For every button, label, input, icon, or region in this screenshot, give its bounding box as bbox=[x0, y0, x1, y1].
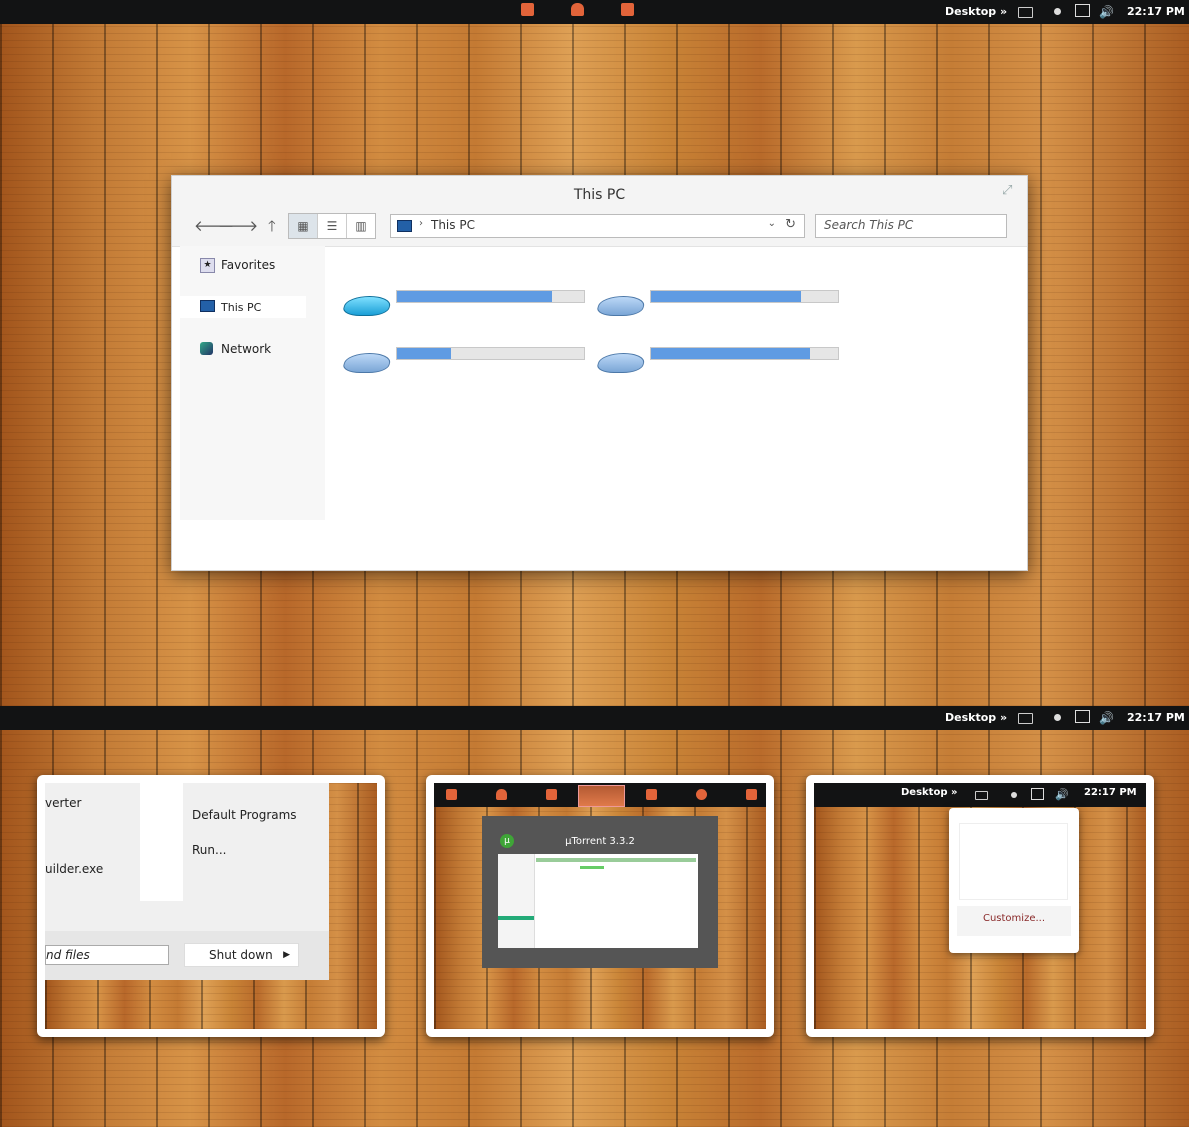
program-item[interactable]: verter bbox=[45, 796, 81, 810]
document-icon[interactable] bbox=[621, 3, 634, 16]
up-button[interactable]: 🡑 bbox=[268, 216, 276, 241]
preview-sidebar-accent bbox=[498, 916, 534, 920]
volume-icon: 🔊 bbox=[1055, 788, 1069, 801]
drive-tile[interactable] bbox=[341, 347, 604, 381]
app-icon[interactable] bbox=[521, 3, 534, 16]
document-icon bbox=[546, 789, 557, 800]
tiles-view-button[interactable]: ▦ bbox=[289, 214, 318, 238]
hard-drive-icon bbox=[341, 296, 393, 316]
start-menu-panel: verter uilder.exe Default Programs Run..… bbox=[45, 783, 329, 980]
status-dot-icon bbox=[1011, 792, 1017, 798]
drive-tile[interactable] bbox=[341, 290, 604, 324]
drive-tile[interactable] bbox=[595, 290, 858, 324]
sidebar-item-label: This PC bbox=[221, 301, 262, 314]
preview-toolbar bbox=[536, 858, 696, 862]
hard-drive-icon bbox=[595, 353, 647, 373]
search-input[interactable]: nd files bbox=[45, 945, 169, 965]
sidebar-item-this-pc[interactable]: This PC bbox=[180, 296, 306, 318]
computer-icon bbox=[200, 300, 215, 312]
tray-thumbnail[interactable]: Desktop » 🔊 22:17 PM Customize... bbox=[806, 775, 1154, 1037]
desktop-toolbar-button[interactable]: Desktop » bbox=[945, 5, 1007, 18]
preview-window-title: µTorrent 3.3.2 bbox=[565, 836, 635, 847]
network-icon[interactable] bbox=[1075, 4, 1090, 17]
utorrent-taskbar-button bbox=[578, 785, 625, 807]
forward-button[interactable]: 🡒 bbox=[218, 216, 258, 235]
thumbnail-wallpaper: µ µTorrent 3.3.2 bbox=[434, 783, 766, 1029]
sidebar-item-favorites[interactable]: ★ Favorites bbox=[180, 254, 306, 276]
breadcrumb-this-pc[interactable]: This PC bbox=[431, 218, 475, 232]
mini-taskbar bbox=[434, 783, 766, 807]
sidebar-item-label: Favorites bbox=[221, 258, 276, 272]
star-icon: ★ bbox=[200, 258, 215, 273]
sidebar-item-network[interactable]: Network bbox=[180, 338, 306, 360]
drive-usage-bar bbox=[650, 347, 839, 360]
search-placeholder: Search This PC bbox=[824, 218, 914, 232]
clock[interactable]: 22:17 PM bbox=[1127, 5, 1185, 18]
taskbar-preview-thumbnail[interactable]: µ µTorrent 3.3.2 bbox=[426, 775, 774, 1037]
start-menu-divider-area bbox=[140, 783, 183, 901]
maximize-icon[interactable]: ⤢ bbox=[1002, 184, 1015, 197]
preview-sidebar bbox=[498, 854, 535, 948]
view-mode-group: ▦ ☰ ▥ bbox=[288, 213, 376, 239]
thumbnail-wallpaper: Desktop » 🔊 22:17 PM Customize... bbox=[814, 783, 1146, 1029]
explorer-window: This PC ⤢ 🡐 🡒 🡑 ▦ ☰ ▥ › This PC ⌄ ↻ Sear… bbox=[171, 175, 1028, 571]
drive-usage-bar bbox=[396, 290, 585, 303]
keyboard-icon[interactable] bbox=[1018, 7, 1033, 18]
cloud-icon bbox=[496, 789, 507, 800]
mini-taskbar: Desktop » 🔊 22:17 PM bbox=[814, 783, 1146, 807]
breadcrumb-chevron-icon[interactable]: › bbox=[419, 218, 423, 229]
mail-icon bbox=[646, 789, 657, 800]
keyboard-icon[interactable] bbox=[1018, 713, 1033, 724]
refresh-icon[interactable]: ↻ bbox=[785, 217, 796, 232]
keyboard-icon bbox=[975, 791, 988, 800]
columns-view-button[interactable]: ▥ bbox=[347, 214, 375, 238]
chevron-right-icon[interactable]: ▶ bbox=[283, 944, 290, 966]
address-bar[interactable]: › This PC ⌄ ↻ bbox=[390, 214, 805, 238]
start-menu-thumbnail[interactable]: verter uilder.exe Default Programs Run..… bbox=[37, 775, 385, 1037]
computer-icon bbox=[397, 220, 412, 232]
chevron-down-icon[interactable]: ⌄ bbox=[768, 218, 776, 229]
list-view-button[interactable]: ☰ bbox=[318, 214, 347, 238]
hidden-icons-area bbox=[959, 823, 1068, 900]
window-chrome: This PC ⤢ 🡐 🡒 🡑 ▦ ☰ ▥ › This PC ⌄ ↻ Sear… bbox=[172, 176, 1027, 247]
home-icon bbox=[746, 789, 757, 800]
utorrent-window-preview bbox=[498, 854, 698, 948]
preview-progress bbox=[580, 866, 604, 869]
shutdown-label: Shut down bbox=[209, 948, 273, 962]
cloud-icon[interactable] bbox=[571, 3, 584, 16]
hard-drive-icon bbox=[341, 353, 393, 373]
drive-usage-bar bbox=[396, 347, 585, 360]
run-link[interactable]: Run... bbox=[192, 843, 226, 857]
network-icon bbox=[1031, 788, 1044, 800]
window-preview: µ µTorrent 3.3.2 bbox=[482, 816, 718, 968]
program-item[interactable]: uilder.exe bbox=[45, 862, 103, 876]
desktop-toolbar-button[interactable]: Desktop » bbox=[945, 711, 1007, 724]
second-taskbar: Desktop » 🔊 22:17 PM bbox=[0, 706, 1189, 730]
drive-usage-bar bbox=[650, 290, 839, 303]
search-input[interactable]: Search This PC bbox=[815, 214, 1007, 238]
top-taskbar: Desktop » 🔊 22:17 PM bbox=[0, 0, 1189, 24]
notification-area-popup: Customize... bbox=[949, 808, 1079, 953]
volume-icon[interactable]: 🔊 bbox=[1099, 711, 1114, 725]
status-dot-icon[interactable] bbox=[1054, 714, 1061, 721]
desktop-toolbar-button: Desktop » bbox=[901, 787, 958, 798]
navigation-pane: ★ Favorites This PC Network bbox=[180, 246, 325, 520]
network-icon[interactable] bbox=[1075, 710, 1090, 723]
clock[interactable]: 22:17 PM bbox=[1127, 711, 1185, 724]
volume-icon[interactable]: 🔊 bbox=[1099, 5, 1114, 19]
customize-link[interactable]: Customize... bbox=[957, 906, 1071, 936]
sidebar-item-label: Network bbox=[221, 342, 272, 356]
default-programs-link[interactable]: Default Programs bbox=[192, 808, 297, 822]
hard-drive-icon bbox=[595, 296, 647, 316]
network-icon bbox=[200, 342, 213, 355]
window-title: This PC bbox=[573, 187, 626, 203]
app-icon bbox=[446, 789, 457, 800]
status-dot-icon[interactable] bbox=[1054, 8, 1061, 15]
heart-icon bbox=[696, 789, 707, 800]
clock: 22:17 PM bbox=[1084, 787, 1137, 798]
drive-tile[interactable] bbox=[595, 347, 858, 381]
shutdown-button[interactable]: Shut down ▶ bbox=[184, 943, 299, 967]
thumbnail-wallpaper: verter uilder.exe Default Programs Run..… bbox=[45, 783, 377, 1029]
